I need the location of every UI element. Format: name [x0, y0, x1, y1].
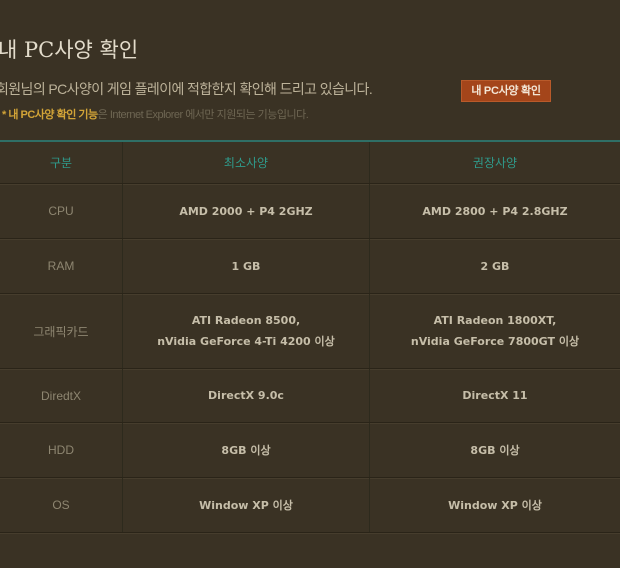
rec-spec-value: ATI Radeon 1800XT, [433, 314, 557, 327]
rec-spec-value: nVidia GeForce 7800GT 이상 [410, 335, 580, 348]
rec-spec-value: AMD 2800 + P4 2.8GHZ [422, 204, 568, 218]
min-spec-value: AMD 2000 + P4 2GHZ [179, 204, 313, 218]
check-my-pc-button[interactable]: 내 PC사양 확인 [461, 80, 551, 102]
row-label: RAM [47, 259, 75, 273]
rec-spec-cell: 8GB 이상 [370, 423, 620, 477]
min-spec-cell: Window XP 이상 [122, 478, 370, 532]
note-feature-name: 내 PC사양 확인 기능 [8, 109, 98, 121]
min-spec-cell: 1 GB [122, 239, 370, 293]
rec-spec-value: DirectX 11 [462, 389, 528, 402]
row-label: 그래픽카드 [33, 324, 89, 339]
rec-spec-value: Window XP 이상 [448, 498, 542, 512]
table-header-row: 구분 최소사양 권장사양 [0, 142, 620, 184]
min-spec-value: DirectX 9.0c [208, 389, 284, 402]
min-spec-cell: DirectX 9.0c [122, 369, 370, 422]
table-row-directx: DiredtX DirectX 9.0c DirectX 11 [0, 369, 620, 423]
row-label: OS [52, 498, 70, 512]
min-spec-value: ATI Radeon 8500, [191, 314, 301, 327]
ie-only-note: * 내 PC사양 확인 기능은 Internet Explorer 에서만 지원… [2, 106, 309, 122]
rec-spec-cell: DirectX 11 [370, 369, 620, 422]
row-label: CPU [48, 204, 74, 218]
min-spec-cell: ATI Radeon 8500, nVidia GeForce 4-Ti 420… [122, 294, 370, 368]
row-label: HDD [48, 443, 74, 457]
rec-spec-cell: AMD 2800 + P4 2.8GHZ [370, 184, 620, 238]
table-row-graphics: 그래픽카드 ATI Radeon 8500, nVidia GeForce 4-… [0, 294, 620, 369]
table-row-cpu: CPU AMD 2000 + P4 2GHZ AMD 2800 + P4 2.8… [0, 184, 620, 239]
header-category: 구분 [49, 156, 73, 170]
table-row-os: OS Window XP 이상 Window XP 이상 [0, 478, 620, 533]
rec-spec-value: 2 GB [480, 259, 510, 273]
note-text: 은 Internet Explorer 에서만 지원되는 기능입니다. [97, 109, 309, 121]
spec-table: 구분 최소사양 권장사양 CPU AMD 2000 + P4 2GHZ AMD … [0, 140, 620, 533]
min-spec-cell: 8GB 이상 [122, 423, 370, 477]
table-row-hdd: HDD 8GB 이상 8GB 이상 [0, 423, 620, 478]
min-spec-value: nVidia GeForce 4-Ti 4200 이상 [157, 335, 335, 348]
min-spec-cell: AMD 2000 + P4 2GHZ [122, 184, 370, 238]
rec-spec-cell: ATI Radeon 1800XT, nVidia GeForce 7800GT… [370, 294, 620, 368]
page-header: 내 PC사양 확인 회원님의 PC사양이 게임 플레이에 적합한지 확인해 드리… [0, 0, 620, 140]
min-spec-value: 1 GB [231, 259, 261, 273]
rec-spec-value: 8GB 이상 [470, 443, 520, 457]
rec-spec-cell: 2 GB [370, 239, 620, 293]
note-star: * [2, 109, 6, 121]
page-description: 회원님의 PC사양이 게임 플레이에 적합한지 확인해 드리고 있습니다. [0, 81, 373, 97]
min-spec-value: Window XP 이상 [199, 498, 293, 512]
header-minimum: 최소사양 [122, 142, 370, 183]
header-recommended: 권장사양 [472, 156, 518, 170]
row-label: DiredtX [40, 388, 81, 403]
min-spec-value: 8GB 이상 [221, 443, 271, 457]
page-title: 내 PC사양 확인 [0, 38, 139, 62]
table-row-ram: RAM 1 GB 2 GB [0, 239, 620, 294]
rec-spec-cell: Window XP 이상 [370, 478, 620, 532]
